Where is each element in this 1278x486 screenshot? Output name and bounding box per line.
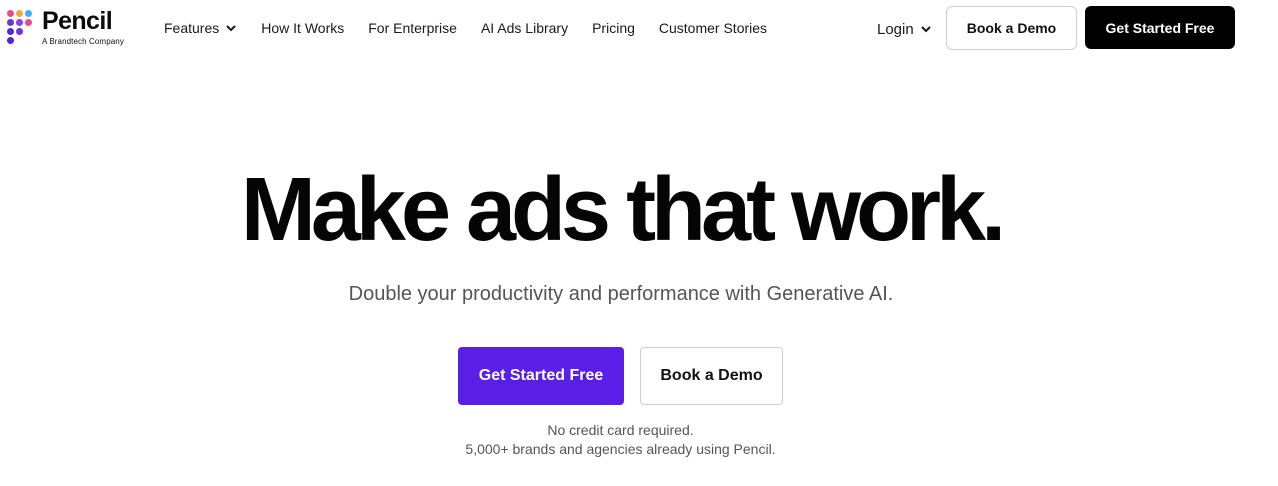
nav-label: AI Ads Library	[480, 20, 569, 36]
main-nav: Features How It Works For Enterprise AI …	[164, 16, 791, 40]
page: Pencil A Brandtech Company Features How …	[0, 0, 1278, 486]
brands-count-note: 5,000+ brands and agencies already using…	[465, 441, 776, 457]
nav-ai-ads-library[interactable]: AI Ads Library	[481, 20, 568, 36]
nav-pricing[interactable]: Pricing	[592, 20, 635, 36]
logo-dot	[25, 19, 32, 26]
logo-dot	[7, 28, 14, 35]
logo-dot	[7, 10, 14, 17]
nav-label: Customer Stories	[658, 20, 768, 36]
nav-label: How It Works	[261, 20, 345, 36]
get-started-button[interactable]: Get Started Free	[1085, 6, 1235, 49]
logo-wordmark: Pencil A Brandtech Company	[42, 8, 124, 47]
nav-label: For Enterprise	[368, 20, 457, 36]
nav-label: Pricing	[592, 20, 635, 36]
logo-dot	[7, 19, 14, 26]
hero-book-demo-button[interactable]: Book a Demo	[640, 347, 783, 405]
nav-for-enterprise[interactable]: For Enterprise	[368, 20, 457, 36]
hero-title: Make ads that work.	[240, 160, 1006, 260]
logo-dot	[7, 37, 14, 44]
nav-features[interactable]: Features	[164, 20, 237, 36]
logo-dot	[25, 10, 32, 17]
login-label: Login	[877, 20, 914, 38]
site-header: Pencil A Brandtech Company Features How …	[0, 0, 1278, 56]
no-credit-card-note: No credit card required.	[547, 422, 694, 438]
chevron-down-icon	[226, 25, 236, 32]
logo-name: Pencil	[42, 7, 113, 35]
logo-dot	[16, 19, 23, 26]
nav-label: Features	[164, 20, 220, 36]
logo-dots-icon	[5, 8, 35, 48]
hero-subtitle: Double your productivity and performance…	[348, 283, 894, 305]
chevron-down-icon	[920, 26, 931, 33]
login-menu[interactable]: Login	[877, 17, 932, 41]
hero-get-started-button[interactable]: Get Started Free	[458, 347, 624, 405]
book-demo-button[interactable]: Book a Demo	[946, 6, 1077, 50]
logo-tagline: A Brandtech Company	[42, 37, 124, 46]
logo-dot	[16, 28, 23, 35]
logo-dot	[16, 10, 23, 17]
nav-customer-stories[interactable]: Customer Stories	[659, 20, 767, 36]
nav-how-it-works[interactable]: How It Works	[261, 20, 344, 36]
pencil-logo[interactable]: Pencil A Brandtech Company	[5, 8, 135, 48]
